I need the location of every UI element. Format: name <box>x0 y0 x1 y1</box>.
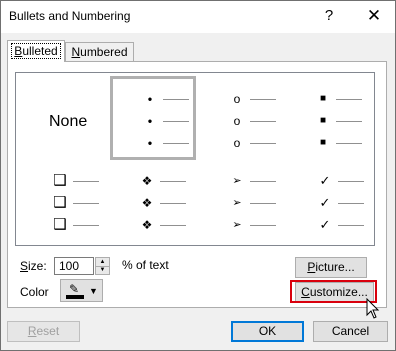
tab-bulleted-label: ulleted <box>22 44 58 58</box>
bullet-option-checkmark[interactable]: ✓ ✓ ✓ <box>288 162 374 242</box>
tab-numbered[interactable]: Numbered <box>65 42 134 62</box>
filled-square-bullet-icon: ■ <box>319 137 327 148</box>
bullet-option-filled-square[interactable]: ■ ■ ■ <box>288 76 374 160</box>
bullet-option-none[interactable]: None <box>19 76 105 160</box>
help-button[interactable]: ? <box>319 5 339 27</box>
bullet-option-hollow-box[interactable]: ❑ ❑ ❑ <box>19 162 105 242</box>
checkmark-bullet-icon: ✓ <box>319 217 331 232</box>
paint-bucket-icon: ✎ <box>69 282 80 296</box>
color-swatch-bar <box>66 295 84 299</box>
bullet-gallery: None • • • o o o ■ ■ ■ ❑ ❑ ❑ ❖ ❖ ❖ ➢ ➢ ➢… <box>15 72 375 246</box>
hollow-box-bullet-icon: ❑ <box>53 216 67 233</box>
color-label: Color <box>20 285 49 299</box>
size-label-accel: S <box>20 259 29 273</box>
filled-dot-bullet-icon: • <box>147 92 153 106</box>
hollow-box-bullet-icon: ❑ <box>53 194 67 211</box>
chevron-down-icon: ▼ <box>89 286 98 296</box>
reset-button[interactable]: Reset <box>7 321 80 342</box>
ok-button[interactable]: OK <box>231 321 304 342</box>
filled-square-bullet-icon: ■ <box>319 115 327 126</box>
font-color-icon: ✎ <box>66 282 84 299</box>
filled-dot-bullet-icon: • <box>147 136 153 150</box>
none-label: None <box>49 113 88 130</box>
size-label-rest: ize: <box>28 259 47 273</box>
picture-button[interactable]: Picture... <box>295 257 367 278</box>
title-bar: Bullets and Numbering ? ✕ <box>1 1 395 33</box>
tab-bulleted[interactable]: Bulleted <box>7 40 65 62</box>
close-button[interactable]: ✕ <box>363 5 385 27</box>
checkmark-bullet-icon: ✓ <box>319 195 331 210</box>
four-diamond-bullet-icon: ❖ <box>141 174 153 188</box>
size-label: Size: <box>20 259 47 273</box>
hollow-box-bullet-icon: ❑ <box>53 172 67 189</box>
arrowhead-bullet-icon: ➢ <box>232 197 242 209</box>
arrowhead-bullet-icon: ➢ <box>232 219 242 231</box>
bullet-option-arrowhead[interactable]: ➢ ➢ ➢ <box>200 162 286 242</box>
size-spinner[interactable]: ▲ ▼ <box>95 257 110 275</box>
dialog-title: Bullets and Numbering <box>9 9 131 23</box>
tab-numbered-label: umbered <box>80 45 128 59</box>
tab-numbered-accel: N <box>71 45 81 59</box>
four-diamond-bullet-icon: ❖ <box>141 196 153 210</box>
color-picker-button[interactable]: ✎ ▼ <box>60 279 103 302</box>
picture-label: icture... <box>315 260 355 274</box>
arrowhead-bullet-icon: ➢ <box>232 175 242 187</box>
percent-of-text-label: % of text <box>122 258 169 272</box>
customize-highlight-box <box>290 280 377 303</box>
mouse-pointer-icon <box>366 298 380 319</box>
filled-dot-bullet-icon: • <box>147 114 153 128</box>
reset-label: eset <box>36 324 60 338</box>
hollow-circle-bullet-icon: o <box>233 114 241 128</box>
bullet-option-hollow-circle[interactable]: o o o <box>200 76 286 160</box>
hollow-circle-bullet-icon: o <box>233 136 241 150</box>
four-diamond-bullet-icon: ❖ <box>141 218 153 232</box>
checkmark-bullet-icon: ✓ <box>319 173 331 188</box>
filled-square-bullet-icon: ■ <box>319 93 327 104</box>
bullet-option-diamond[interactable]: ❖ ❖ ❖ <box>110 162 196 242</box>
spin-down-icon[interactable]: ▼ <box>96 266 109 274</box>
size-input[interactable]: 100 <box>54 257 94 275</box>
cancel-button[interactable]: Cancel <box>313 321 388 342</box>
bullet-option-filled-dot[interactable]: • • • <box>110 76 196 160</box>
hollow-circle-bullet-icon: o <box>233 92 241 106</box>
